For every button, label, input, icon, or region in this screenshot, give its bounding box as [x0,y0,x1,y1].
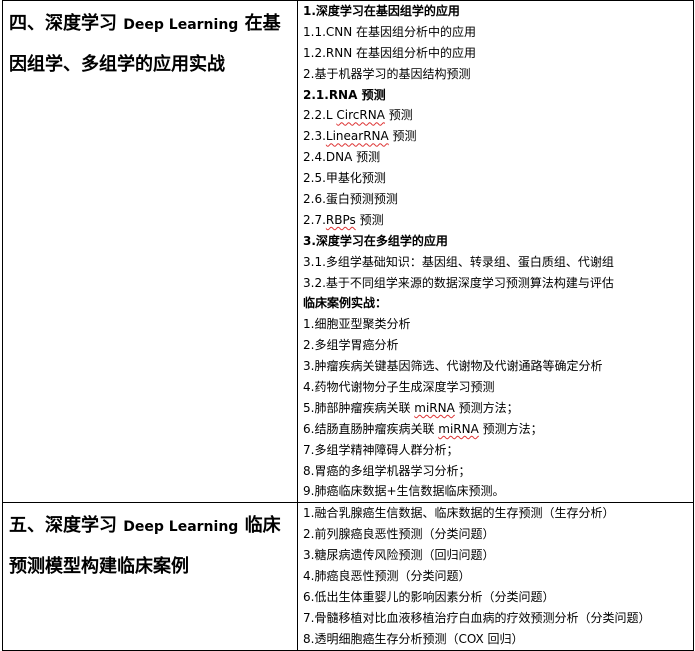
list-item-term: CircRNA [336,108,385,123]
table-row-section-4: 四、深度学习 Deep Learning 在基因组学、多组学的应用实战 1.深度… [2,0,694,504]
list-item-suffix: 预测方法； [478,421,543,436]
list-item: 3.2.基于不同组学来源的数据深度学习预测算法构建与评估 [303,275,614,290]
section-5-title: 五、深度学习 Deep Learning 临床预测模型构建临床案例 [3,503,297,587]
list-item: 7.多组学精神障碍人群分析； [303,442,459,457]
list-item: 3.糖尿病遗传风险预测（回归问题） [303,548,495,563]
list-item: 2.6.蛋白预测预测 [303,192,398,207]
table-row-section-5: 五、深度学习 Deep Learning 临床预测模型构建临床案例 1.融合乳腺… [2,502,694,651]
list-item-prefix: 2.2.L [303,108,337,123]
list-item: 2.多组学胃癌分析 [303,338,399,353]
section-4-content-cell: 1.深度学习在基因组学的应用 1.1.CNN 在基因组分析中的应用 1.2.RNN … [297,0,694,504]
list-item: 7.骨髓移植对比血液移植治疗白血病的疗效预测分析（分类问题） [303,610,651,625]
list-item-suffix: 预测方法； [454,400,519,415]
list-item-suffix: 预测 [388,129,417,144]
list-item: 8.透明细胞癌生存分析预测（COX 回归） [303,631,524,646]
section-4-title: 四、深度学习 Deep Learning 在基因组学、多组学的应用实战 [3,1,297,85]
list-item: 2.7.RBPs 预测 [298,210,693,231]
list-item: 1.细胞亚型聚类分析 [303,317,411,332]
list-item: 6.低出生体重婴儿的影响因素分析（分类问题） [303,589,555,604]
list-item-prefix: 6.结肠直肠肿瘤疾病关联 [303,421,439,436]
list-item: 2.4.DNA 预测 [303,150,381,165]
list-item-term: RBPs [325,212,356,227]
list-item: 6.结肠直肠肿瘤疾病关联 miRNA 预测方法； [298,419,693,440]
list-item: 4.药物代谢物分子生成深度学习预测 [303,380,495,395]
list-item-prefix: 2.3. [303,129,326,144]
list-item: 1.2.RNN 在基因组分析中的应用 [303,45,477,60]
list-item: 3.肿瘤疾病关键基因筛选、代谢物及代谢通路等确定分析 [303,359,603,374]
list-item: 1.融合乳腺癌生信数据、临床数据的生存预测（生存分析） [303,506,615,521]
list-item-term: miRNA [414,400,455,415]
list-item-term: miRNA [438,421,479,436]
section-5-list: 1.融合乳腺癌生信数据、临床数据的生存预测（生存分析） 2.前列腺癌良恶性预测（分… [298,503,693,649]
list-item-suffix: 预测 [384,108,413,123]
list-item: 8.胃癌的多组学机器学习分析； [303,463,471,478]
section-5-title-cell: 五、深度学习 Deep Learning 临床预测模型构建临床案例 [2,502,298,651]
list-item: 2.基于机器学习的基因结构预测 [303,66,471,81]
section-5-title-latin: Deep Learning [123,519,239,536]
list-item: 1.1.CNN 在基因组分析中的应用 [303,24,477,39]
list-item: 3.1.多组学基础知识：基因组、转录组、蛋白质组、代谢组 [303,254,614,269]
section-4-title-prefix: 四、深度学习 [9,13,124,34]
list-item: 2.2.L CircRNA 预测 [298,105,693,126]
section-5-content-cell: 1.融合乳腺癌生信数据、临床数据的生存预测（生存分析） 2.前列腺癌良恶性预测（分… [297,502,694,651]
section-4-title-cell: 四、深度学习 Deep Learning 在基因组学、多组学的应用实战 [2,0,298,504]
list-item: 4.肺癌良恶性预测（分类问题） [303,569,471,584]
list-item-term: LinearRNA [325,129,389,144]
list-item: 临床案例实战： [303,296,388,311]
list-item: 9.肺癌临床数据+生信数据临床预测。 [303,484,505,499]
section-4-title-latin: Deep Learning [123,17,239,33]
list-item: 2.1.RNA 预测 [303,87,386,102]
list-item: 5.肺部肿瘤疾病关联 miRNA 预测方法； [298,398,693,419]
list-item: 3.深度学习在多组学的应用 [303,233,448,248]
list-item: 1.深度学习在基因组学的应用 [303,4,460,18]
list-item: 2.前列腺癌良恶性预测（分类问题） [303,527,495,542]
list-item: 2.5.甲基化预测 [303,171,386,186]
section-5-title-prefix: 五、深度学习 [9,515,124,537]
list-item-prefix: 5.肺部肿瘤疾病关联 [303,400,415,415]
section-4-list: 1.深度学习在基因组学的应用 1.1.CNN 在基因组分析中的应用 1.2.RNN … [298,1,693,502]
list-item: 2.3.LinearRNA 预测 [298,126,693,147]
list-item-prefix: 2.7. [303,212,326,227]
list-item-suffix: 预测 [355,212,384,227]
syllabus-table: 四、深度学习 Deep Learning 在基因组学、多组学的应用实战 1.深度… [2,0,694,651]
